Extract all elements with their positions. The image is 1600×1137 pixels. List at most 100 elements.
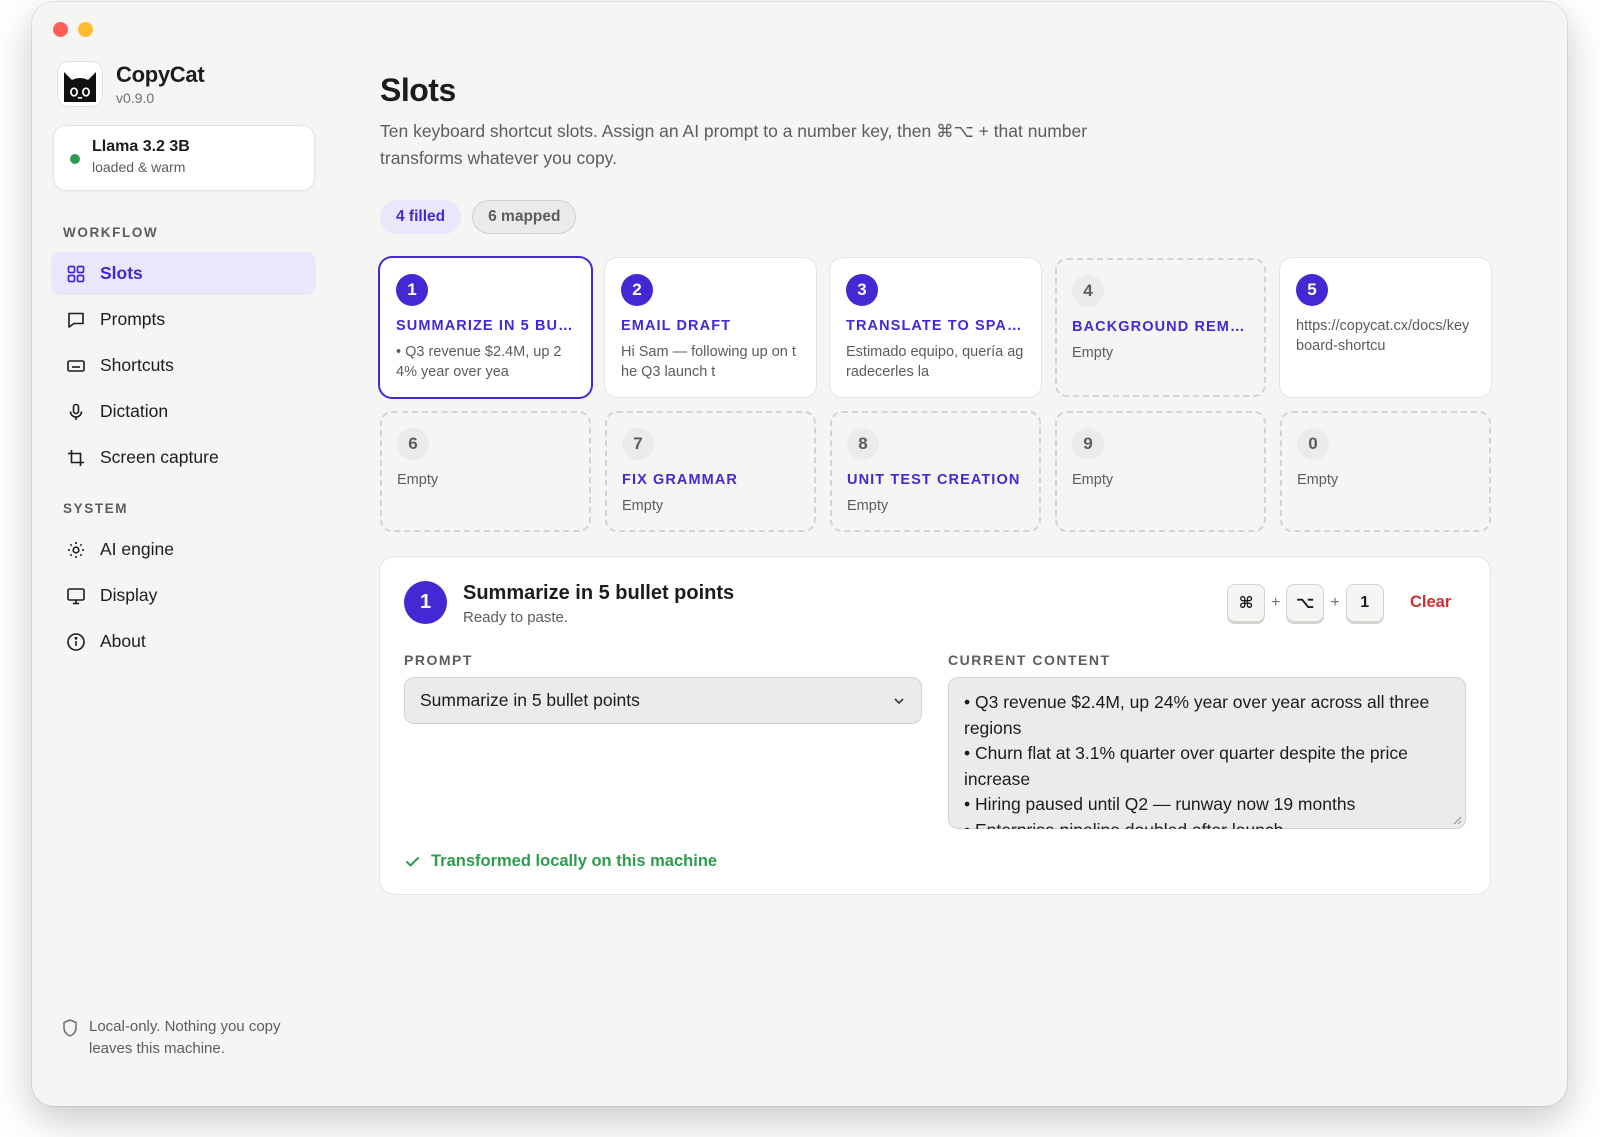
section-label-system: SYSTEM [63,501,129,516]
command-key: ⌘ [1227,584,1265,622]
clear-button[interactable]: Clear [1410,593,1451,612]
chevron-down-icon [894,697,904,704]
sidebar-item-label: AI engine [100,539,174,559]
detail-slot-number: 1 [404,581,447,624]
sidebar-item-label: Dictation [100,401,169,421]
slot-preview: Empty [1072,472,1114,488]
sidebar-item-slots[interactable]: Slots [51,252,316,295]
filled-count-badge[interactable]: 4 filled [380,200,462,234]
app-version: v0.9.0 [116,90,155,106]
model-status: loaded & warm [92,159,186,175]
app-window: CopyCat v0.9.0 Llama 3.2 3B loaded & war… [32,2,1567,1106]
resize-grip-icon[interactable] [1452,815,1462,825]
app-name: CopyCat [116,62,205,87]
slot-card-2[interactable]: 2 Email draft Hi Sam — following up on the… [605,258,816,397]
footnote-text: Local-only. Nothing you copy leaves this… [89,1018,281,1057]
prompt-select-value: Summarize in 5 bullet points [420,690,640,710]
sidebar-item-label: Prompts [100,309,166,329]
slot-preview: Empty [1072,345,1114,361]
model-status-card[interactable]: Llama 3.2 3B loaded & warm [54,126,314,190]
keyboard-icon [67,359,85,372]
option-key: ⌥ [1286,584,1325,622]
mapped-count-badge[interactable]: 6 mapped [472,200,577,234]
section-label-workflow: WORKFLOW [63,225,159,240]
slot-title: Summarize in 5 bullet points [396,318,575,334]
page-title: Slots [380,72,456,108]
slot-preview: Empty [847,498,889,514]
slot-number-badge: 9 [1072,428,1104,460]
slot-card-7[interactable]: 7 Fix grammar Empty [605,411,816,532]
slot-card-8[interactable]: 8 Unit test creation Empty [830,411,1041,532]
sidebar-item-ai-engine[interactable]: AI engine [51,528,316,571]
content-line: • Hiring paused until Q2 — runway now 19… [964,794,1356,814]
sidebar-item-dictation[interactable]: Dictation [51,390,316,433]
slot-title: Background removal [1072,319,1249,335]
sidebar: CopyCat v0.9.0 Llama 3.2 3B loaded & war… [32,2,342,1106]
slot-preview: Empty [397,472,439,488]
slot-card-0[interactable]: 0 Empty [1280,411,1491,532]
chat-bubble-icon [68,312,84,328]
content-line: • Churn flat at 3.1% quarter over quarte… [964,743,1408,789]
shortcut-keys: ⌘ + ⌥ + 1 [1227,584,1384,622]
content-label: CURRENT CONTENT [948,652,1111,668]
slot-number-badge: 5 [1296,274,1328,306]
slot-preview: Hi Sam — following up on the Q3 launch t [621,344,796,380]
slot-preview: https://copycat.cx/docs/keyboard-shortcu [1296,318,1470,354]
slot-number-badge: 3 [846,274,878,306]
page-subtitle: Ten keyboard shortcut slots. Assign an A… [380,121,1088,168]
detail-status: Ready to paste. [463,609,569,626]
crop-icon [68,449,84,466]
plus-sign: + [1330,594,1340,611]
local-note-text: Transformed locally on this machine [431,852,718,870]
summary-pills: 4 filled 6 mapped [380,200,577,234]
prompt-select[interactable]: Summarize in 5 bullet points [404,677,922,724]
sidebar-item-display[interactable]: Display [51,574,316,617]
sun-gear-icon [68,541,84,558]
privacy-footnote: Local-only. Nothing you copy leaves this… [61,1016,304,1060]
sidebar-item-shortcuts[interactable]: Shortcuts [51,344,316,387]
slot-preview: Estimado equipo, quería agradecerles la [846,344,1024,380]
sidebar-item-screen-capture[interactable]: Screen capture [51,436,316,479]
slot-detail-panel: 1 Summarize in 5 bullet points Ready to … [380,557,1490,894]
slot-number-badge: 1 [396,274,428,306]
sidebar-item-prompts[interactable]: Prompts [51,298,316,341]
slot-card-6[interactable]: 6 Empty [380,411,591,532]
slot-card-1[interactable]: 1 Summarize in 5 bullet points • Q3 revenu… [380,258,591,397]
slot-number-badge: 2 [621,274,653,306]
sidebar-item-label: Screen capture [100,447,219,467]
slot-title: Fix grammar [622,472,739,488]
slot-title: Unit test creation [847,472,1021,488]
slot-card-4[interactable]: 4 Background removal Empty [1055,258,1266,397]
slot-number-badge: 4 [1072,275,1104,307]
main-content: Slots Ten keyboard shortcut slots. Assig… [380,2,1567,1106]
detail-title: Summarize in 5 bullet points [463,582,735,604]
sidebar-item-label: About [100,631,146,651]
slot-number-badge: 7 [622,428,654,460]
local-transform-note: Transformed locally on this machine [404,852,717,871]
info-icon [67,632,85,651]
cat-logo-icon [58,62,102,106]
plus-sign: + [1271,594,1281,611]
slot-preview: Empty [1297,472,1339,488]
status-dot-icon [70,154,80,164]
sidebar-item-label: Slots [100,263,143,283]
sidebar-item-label: Display [100,585,158,605]
model-name: Llama 3.2 3B [92,138,190,155]
slot-number-badge: 0 [1297,428,1329,460]
slot-preview: Empty [622,498,664,514]
microphone-icon [69,403,83,420]
slots-grid: 1 Summarize in 5 bullet points • Q3 revenu… [380,258,1491,532]
slot-card-5[interactable]: 5 https://copycat.cx/docs/keyboard-shortc… [1280,258,1491,397]
monitor-icon [67,587,85,604]
slot-title: Email draft [621,318,732,334]
content-line: • Q3 revenue $2.4M, up 24% year over yea… [964,692,1430,738]
grid-icon [67,265,85,282]
current-content-textarea[interactable]: • Q3 revenue $2.4M, up 24% year over yea… [948,677,1466,829]
slot-preview: • Q3 revenue $2.4M, up 24% year over yea [396,344,562,380]
slot-card-3[interactable]: 3 Translate to Spanish Estimado equipo, qu… [830,258,1041,397]
slot-number-badge: 8 [847,428,879,460]
brand: CopyCat v0.9.0 [58,62,205,106]
slot-card-9[interactable]: 9 Empty [1055,411,1266,532]
sidebar-item-about[interactable]: About [51,620,316,663]
slot-number-badge: 6 [397,428,429,460]
